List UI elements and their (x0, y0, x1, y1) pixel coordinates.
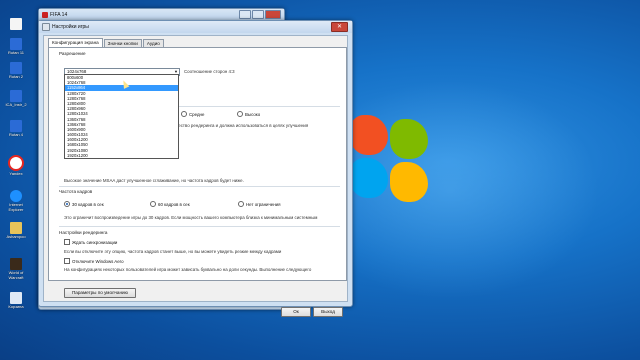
maximize-button[interactable] (252, 10, 264, 19)
disable-aero-checkbox[interactable]: Отключите Windows Aero (64, 258, 124, 264)
divider (59, 186, 340, 187)
aspect-ratio-label: Соотношение сторон 4:3 (184, 69, 235, 74)
dialog-close-button[interactable]: ✕ (331, 22, 348, 32)
dialog-titlebar: Настройки игры (39, 21, 352, 33)
desktop-icon-3[interactable]: Rutan 2 (2, 62, 30, 80)
settings-panel: Разрешение 1024x768 ▼ Соотношение сторон… (48, 47, 347, 281)
game-shortcut-icon[interactable]: World of Warcraft (2, 258, 30, 280)
dialog-title: Настройки игры (52, 24, 89, 30)
desktop-icon-2[interactable]: Rutan 11 (2, 38, 30, 56)
resolution-group-label: Разрешение (59, 51, 86, 56)
yandex-icon[interactable]: Yandex (2, 155, 30, 177)
dialog-client: Конфигурация экрана Значки кнопки Аудио … (43, 35, 348, 317)
internet-explorer-icon[interactable]: Internet Explorer (2, 190, 30, 212)
recycle-bin-icon[interactable]: Корзина (2, 292, 30, 310)
desktop-icon-1[interactable] (2, 18, 30, 31)
windows-logo (350, 115, 430, 205)
quality-high-radio[interactable]: Высоко (237, 111, 260, 117)
resolution-option[interactable]: 1920x1200 (65, 153, 178, 158)
msaa-description: Высокое значение MSAA даст улучшенное сг… (64, 178, 244, 183)
close-button[interactable] (265, 10, 281, 19)
folder-icon[interactable]: Ashampoo (2, 222, 30, 240)
desktop-icon-5[interactable]: Rutan 4 (2, 120, 30, 138)
aero-description: На конфигурациях некоторых пользователей… (64, 267, 312, 272)
vsync-checkbox[interactable]: Ждать синхронизации (64, 239, 117, 245)
quality-description: чество рендеринга и должна использоватьс… (176, 123, 309, 128)
fifa-app-icon (42, 12, 48, 18)
ok-button[interactable]: Ок (281, 307, 311, 317)
settings-dialog: Настройки игры ✕ Конфигурация экрана Зна… (38, 20, 353, 317)
settings-app-icon (42, 23, 50, 31)
resolution-dropdown-list[interactable]: 800x600 1024x768 1152x864 1280x720 1280x… (64, 74, 179, 159)
render-group-label: Настройки рендеринга (59, 230, 108, 235)
divider (59, 226, 340, 227)
minimize-button[interactable] (239, 10, 251, 19)
fifa-window-controls (239, 10, 281, 19)
fps-30-radio[interactable]: 30 кадров в сек (64, 201, 104, 207)
divider (176, 106, 340, 107)
fps-group-label: Частота кадров (59, 189, 93, 194)
exit-button[interactable]: Выход (313, 307, 343, 317)
fifa-title: FIFA 14 (50, 12, 68, 18)
fps-60-radio[interactable]: 60 кадров в сек (150, 201, 190, 207)
desktop-icon-4[interactable]: ICA_Instr_2 (2, 90, 30, 108)
vsync-description: Если вы отключите эту опцию, частота кад… (64, 249, 282, 254)
fps-unlimited-radio[interactable]: Нет ограничения (238, 201, 281, 207)
fps-description: Это ограничит воспроизведение игры до 30… (64, 215, 318, 220)
quality-medium-radio[interactable]: Средне (181, 111, 204, 117)
defaults-button[interactable]: Параметры по умолчанию (64, 288, 136, 298)
